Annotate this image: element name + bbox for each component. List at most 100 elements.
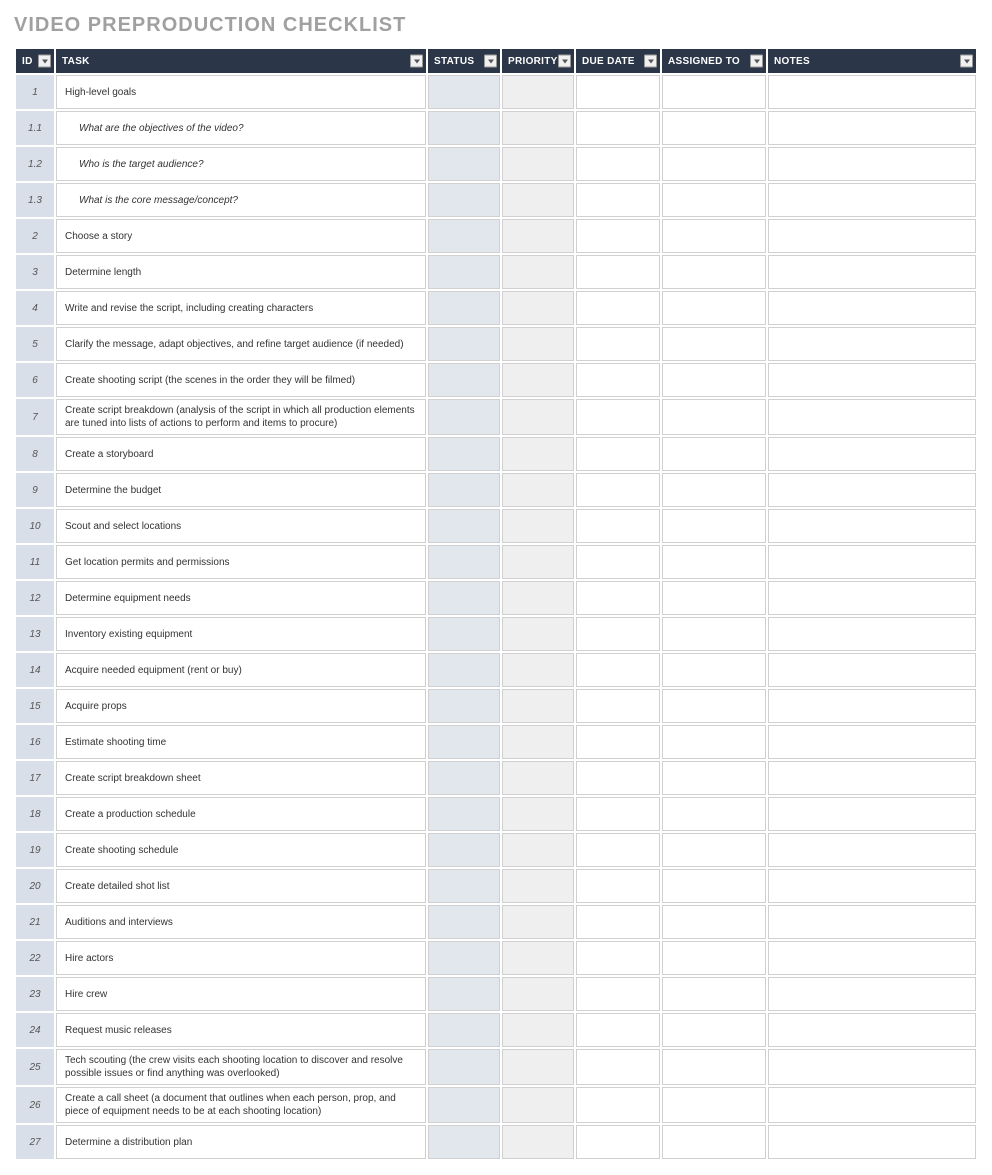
priority-cell[interactable] <box>502 1087 574 1123</box>
notes-cell[interactable] <box>768 833 976 867</box>
due-date-cell[interactable] <box>576 473 660 507</box>
col-header-due[interactable]: DUE DATE <box>576 49 660 73</box>
notes-cell[interactable] <box>768 797 976 831</box>
status-cell[interactable] <box>428 1125 500 1159</box>
status-cell[interactable] <box>428 1049 500 1085</box>
due-date-cell[interactable] <box>576 941 660 975</box>
status-cell[interactable] <box>428 183 500 217</box>
col-header-id[interactable]: ID <box>16 49 54 73</box>
status-cell[interactable] <box>428 761 500 795</box>
status-cell[interactable] <box>428 653 500 687</box>
due-date-cell[interactable] <box>576 797 660 831</box>
due-date-cell[interactable] <box>576 219 660 253</box>
status-cell[interactable] <box>428 399 500 435</box>
priority-cell[interactable] <box>502 869 574 903</box>
task-cell[interactable]: Write and revise the script, including c… <box>56 291 426 325</box>
priority-cell[interactable] <box>502 399 574 435</box>
filter-dropdown-icon[interactable] <box>38 55 51 68</box>
status-cell[interactable] <box>428 291 500 325</box>
notes-cell[interactable] <box>768 111 976 145</box>
status-cell[interactable] <box>428 473 500 507</box>
due-date-cell[interactable] <box>576 75 660 109</box>
assigned-to-cell[interactable] <box>662 545 766 579</box>
task-cell[interactable]: Estimate shooting time <box>56 725 426 759</box>
assigned-to-cell[interactable] <box>662 869 766 903</box>
priority-cell[interactable] <box>502 1013 574 1047</box>
status-cell[interactable] <box>428 327 500 361</box>
assigned-to-cell[interactable] <box>662 761 766 795</box>
status-cell[interactable] <box>428 581 500 615</box>
task-cell[interactable]: Create script breakdown (analysis of the… <box>56 399 426 435</box>
task-cell[interactable]: Determine a distribution plan <box>56 1125 426 1159</box>
assigned-to-cell[interactable] <box>662 399 766 435</box>
col-header-task[interactable]: TASK <box>56 49 426 73</box>
status-cell[interactable] <box>428 545 500 579</box>
status-cell[interactable] <box>428 941 500 975</box>
status-cell[interactable] <box>428 977 500 1011</box>
notes-cell[interactable] <box>768 291 976 325</box>
task-cell[interactable]: Auditions and interviews <box>56 905 426 939</box>
notes-cell[interactable] <box>768 905 976 939</box>
priority-cell[interactable] <box>502 689 574 723</box>
task-cell[interactable]: Request music releases <box>56 1013 426 1047</box>
task-cell[interactable]: Acquire props <box>56 689 426 723</box>
assigned-to-cell[interactable] <box>662 255 766 289</box>
status-cell[interactable] <box>428 1013 500 1047</box>
due-date-cell[interactable] <box>576 291 660 325</box>
due-date-cell[interactable] <box>576 363 660 397</box>
status-cell[interactable] <box>428 905 500 939</box>
due-date-cell[interactable] <box>576 399 660 435</box>
assigned-to-cell[interactable] <box>662 1125 766 1159</box>
due-date-cell[interactable] <box>576 977 660 1011</box>
due-date-cell[interactable] <box>576 1087 660 1123</box>
status-cell[interactable] <box>428 147 500 181</box>
due-date-cell[interactable] <box>576 725 660 759</box>
status-cell[interactable] <box>428 75 500 109</box>
due-date-cell[interactable] <box>576 255 660 289</box>
priority-cell[interactable] <box>502 761 574 795</box>
priority-cell[interactable] <box>502 797 574 831</box>
status-cell[interactable] <box>428 689 500 723</box>
notes-cell[interactable] <box>768 219 976 253</box>
status-cell[interactable] <box>428 725 500 759</box>
filter-dropdown-icon[interactable] <box>410 55 423 68</box>
due-date-cell[interactable] <box>576 581 660 615</box>
task-cell[interactable]: High-level goals <box>56 75 426 109</box>
assigned-to-cell[interactable] <box>662 147 766 181</box>
due-date-cell[interactable] <box>576 1049 660 1085</box>
notes-cell[interactable] <box>768 761 976 795</box>
assigned-to-cell[interactable] <box>662 291 766 325</box>
priority-cell[interactable] <box>502 473 574 507</box>
task-cell[interactable]: What are the objectives of the video? <box>56 111 426 145</box>
due-date-cell[interactable] <box>576 833 660 867</box>
assigned-to-cell[interactable] <box>662 725 766 759</box>
notes-cell[interactable] <box>768 725 976 759</box>
status-cell[interactable] <box>428 797 500 831</box>
task-cell[interactable]: Create shooting schedule <box>56 833 426 867</box>
task-cell[interactable]: Create shooting script (the scenes in th… <box>56 363 426 397</box>
notes-cell[interactable] <box>768 653 976 687</box>
notes-cell[interactable] <box>768 255 976 289</box>
assigned-to-cell[interactable] <box>662 1087 766 1123</box>
priority-cell[interactable] <box>502 219 574 253</box>
due-date-cell[interactable] <box>576 761 660 795</box>
task-cell[interactable]: Create detailed shot list <box>56 869 426 903</box>
due-date-cell[interactable] <box>576 147 660 181</box>
due-date-cell[interactable] <box>576 437 660 471</box>
notes-cell[interactable] <box>768 509 976 543</box>
status-cell[interactable] <box>428 437 500 471</box>
task-cell[interactable]: Inventory existing equipment <box>56 617 426 651</box>
assigned-to-cell[interactable] <box>662 111 766 145</box>
priority-cell[interactable] <box>502 977 574 1011</box>
col-header-priority[interactable]: PRIORITY <box>502 49 574 73</box>
due-date-cell[interactable] <box>576 869 660 903</box>
due-date-cell[interactable] <box>576 183 660 217</box>
priority-cell[interactable] <box>502 653 574 687</box>
task-cell[interactable]: Clarify the message, adapt objectives, a… <box>56 327 426 361</box>
notes-cell[interactable] <box>768 941 976 975</box>
assigned-to-cell[interactable] <box>662 977 766 1011</box>
task-cell[interactable]: Who is the target audience? <box>56 147 426 181</box>
priority-cell[interactable] <box>502 545 574 579</box>
priority-cell[interactable] <box>502 327 574 361</box>
assigned-to-cell[interactable] <box>662 75 766 109</box>
